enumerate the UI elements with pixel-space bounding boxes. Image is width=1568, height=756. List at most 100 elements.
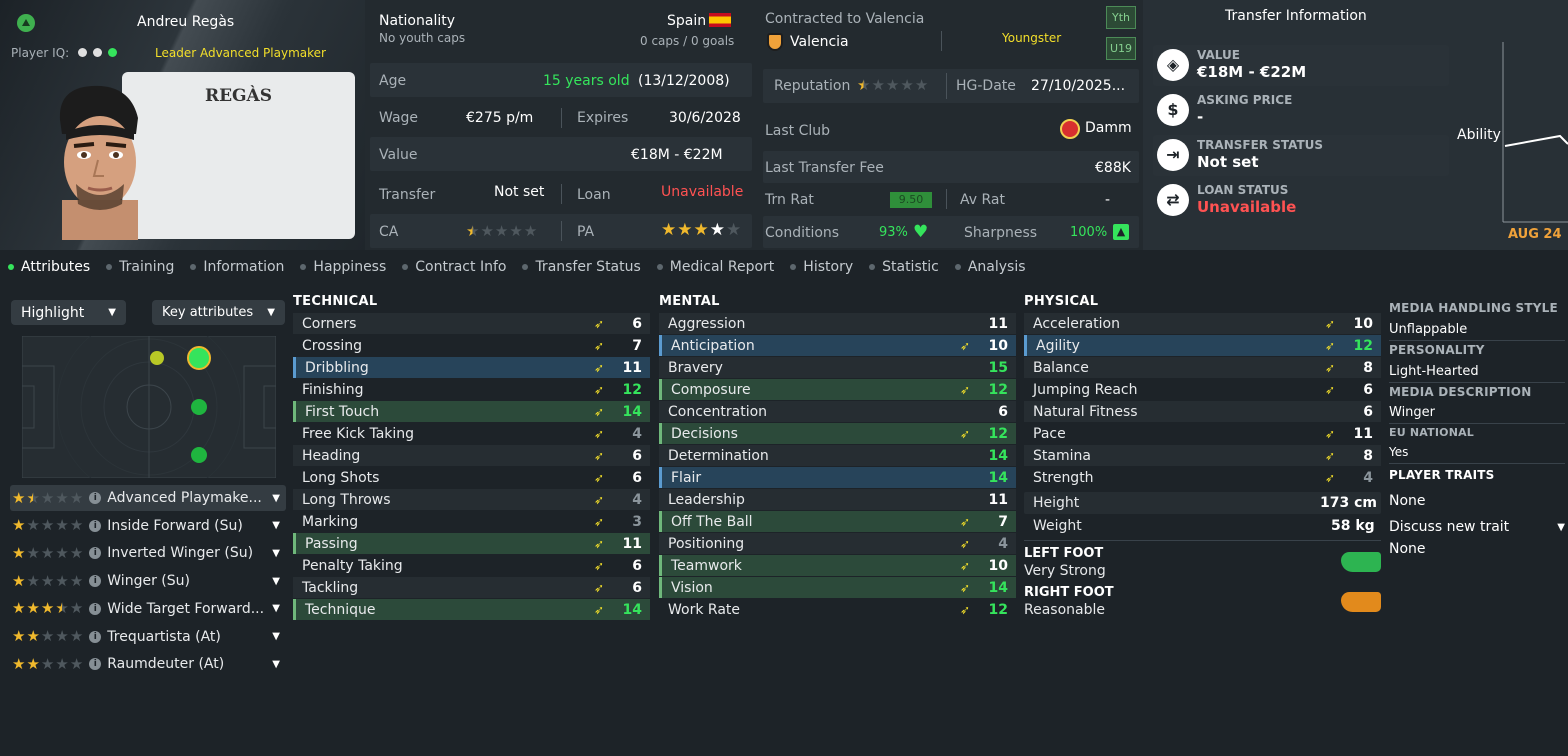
key-attributes-dropdown[interactable]: Key attributes ▼ <box>152 300 285 325</box>
tab-history[interactable]: History <box>790 259 853 275</box>
mental-attribute-row[interactable]: Determination 14 <box>659 445 1016 466</box>
technical-attribute-row[interactable]: Tackling ➶ 6 <box>293 577 650 598</box>
media-description-value: Winger <box>1389 405 1436 420</box>
ti-loan-row[interactable]: ⇄ LOAN STATUS Unavailable <box>1153 180 1449 221</box>
highlight-dropdown[interactable]: Highlight ▼ <box>11 300 126 325</box>
attribute-value: 3 <box>632 513 642 530</box>
tab-transfer-status[interactable]: Transfer Status <box>522 259 641 275</box>
mental-attribute-row[interactable]: Concentration 6 <box>659 401 1016 422</box>
tab-medical-report[interactable]: Medical Report <box>656 259 774 275</box>
info-icon[interactable]: i <box>89 630 102 643</box>
chevron-down-icon[interactable]: ▼ <box>272 576 280 587</box>
technical-attribute-row[interactable]: Heading ➶ 6 <box>293 445 650 466</box>
technical-attribute-row[interactable]: First Touch ➶ 14 <box>293 401 650 422</box>
mental-attribute-row[interactable]: Anticipation ➶ 10 <box>659 335 1016 356</box>
tab-contract-info[interactable]: Contract Info <box>402 259 506 275</box>
loan-value[interactable]: Unavailable <box>661 184 743 200</box>
height-label: Height <box>1033 495 1080 511</box>
tab-analysis[interactable]: Analysis <box>954 259 1026 275</box>
mental-attribute-row[interactable]: Vision ➶ 14 <box>659 577 1016 598</box>
attribute-name: Free Kick Taking <box>302 425 415 442</box>
physical-attribute-row[interactable]: Stamina ➶ 8 <box>1024 445 1381 466</box>
info-icon[interactable]: i <box>89 602 102 615</box>
chevron-down-icon[interactable]: ▼ <box>272 631 280 642</box>
attribute-value: 11 <box>988 315 1008 332</box>
physical-attribute-row[interactable]: Balance ➶ 8 <box>1024 357 1381 378</box>
chevron-down-icon[interactable]: ▼ <box>272 520 280 531</box>
technical-attribute-row[interactable]: Long Throws ➶ 4 <box>293 489 650 510</box>
ti-status-row[interactable]: ⇥ TRANSFER STATUS Not set <box>1153 135 1449 176</box>
chevron-down-icon[interactable]: ▼ <box>272 603 280 614</box>
contract-club[interactable]: Valencia <box>790 34 849 50</box>
last-club-value[interactable]: Damm <box>1085 120 1132 136</box>
info-icon[interactable]: i <box>89 492 102 504</box>
technical-attribute-row[interactable]: Dribbling ➶ 11 <box>293 357 650 378</box>
role-row[interactable]: ★ ★ ★ ★ ★ i Trequartista (At) ▼ <box>10 624 286 650</box>
discuss-trait-button[interactable]: Discuss new trait ▼ <box>1389 516 1565 538</box>
tab-statistic[interactable]: Statistic <box>869 259 939 275</box>
physical-title: PHYSICAL <box>1024 294 1099 309</box>
physical-attribute-row[interactable]: Acceleration ➶ 10 <box>1024 313 1381 334</box>
transfer-value[interactable]: Not set <box>494 184 544 200</box>
role-row[interactable]: ★ ★ ★ ★ ★ i Winger (Su) ▼ <box>10 568 286 594</box>
mental-attribute-row[interactable]: Flair 14 <box>659 467 1016 488</box>
ti-status-label: TRANSFER STATUS <box>1197 138 1324 152</box>
info-icon[interactable]: i <box>89 575 102 588</box>
tab-label: Training <box>119 259 175 275</box>
role-row[interactable]: ★ ★ ★ ★ ★ i Wide Target Forward... ▼ <box>10 596 286 622</box>
star-icon: ★ <box>55 571 69 590</box>
technical-attribute-row[interactable]: Crossing ➶ 7 <box>293 335 650 356</box>
attribute-name: Decisions <box>671 425 738 442</box>
age-value: 15 years old <box>543 73 630 89</box>
technical-attribute-row[interactable]: Technique ➶ 14 <box>293 599 650 620</box>
mental-attribute-row[interactable]: Composure ➶ 12 <box>659 379 1016 400</box>
star-icon: ★ <box>69 516 84 535</box>
mental-attribute-row[interactable]: Bravery 15 <box>659 357 1016 378</box>
technical-attribute-row[interactable]: Penalty Taking ➶ 6 <box>293 555 650 576</box>
trend-arrow-icon: ➶ <box>1324 382 1336 397</box>
mental-attribute-row[interactable]: Aggression 11 <box>659 313 1016 334</box>
info-icon[interactable]: i <box>89 658 102 671</box>
tab-attributes[interactable]: Attributes <box>8 259 90 275</box>
position-icon[interactable] <box>17 14 35 32</box>
role-row[interactable]: ★ ★ ★ ★ ★ i Inverted Winger (Su) ▼ <box>10 540 286 566</box>
star-icon: ★ <box>55 599 69 618</box>
ti-status: Not set <box>1197 153 1259 171</box>
technical-attribute-row[interactable]: Corners ➶ 6 <box>293 313 650 334</box>
technical-title: TECHNICAL <box>293 294 378 309</box>
mental-attribute-row[interactable]: Positioning ➶ 4 <box>659 533 1016 554</box>
mental-attribute-row[interactable]: Decisions ➶ 12 <box>659 423 1016 444</box>
technical-attribute-row[interactable]: Marking ➶ 3 <box>293 511 650 532</box>
role-row[interactable]: ★ ★ ★ ★ ★ i Inside Forward (Su) ▼ <box>10 513 286 539</box>
mental-attribute-row[interactable]: Leadership 11 <box>659 489 1016 510</box>
mental-attribute-row[interactable]: Work Rate ➶ 12 <box>659 599 1016 620</box>
tab-information[interactable]: Information <box>190 259 284 275</box>
physical-attribute-row[interactable]: Strength ➶ 4 <box>1024 467 1381 488</box>
tab-training[interactable]: Training <box>106 259 174 275</box>
technical-attribute-row[interactable]: Long Shots ➶ 6 <box>293 467 650 488</box>
attribute-value: 6 <box>632 469 642 486</box>
info-icon[interactable]: i <box>89 519 102 532</box>
technical-attribute-row[interactable]: Finishing ➶ 12 <box>293 379 650 400</box>
attribute-name: Long Shots <box>302 469 380 486</box>
technical-attribute-row[interactable]: Free Kick Taking ➶ 4 <box>293 423 650 444</box>
mental-attribute-row[interactable]: Teamwork ➶ 10 <box>659 555 1016 576</box>
nationality-value[interactable]: Spain <box>667 13 706 29</box>
mental-attribute-row[interactable]: Off The Ball ➶ 7 <box>659 511 1016 532</box>
chevron-down-icon[interactable]: ▼ <box>272 659 280 670</box>
chevron-down-icon[interactable]: ▼ <box>272 493 280 504</box>
star-icon: ★ <box>55 488 69 507</box>
tab-happiness[interactable]: Happiness <box>300 259 386 275</box>
physical-attribute-row[interactable]: Pace ➶ 11 <box>1024 423 1381 444</box>
role-row[interactable]: ★ ★ ★ ★ ★ i Raumdeuter (At) ▼ <box>10 651 286 677</box>
chevron-down-icon[interactable]: ▼ <box>272 548 280 559</box>
valencia-badge-icon <box>767 33 783 51</box>
attribute-name: Concentration <box>668 403 768 420</box>
physical-attribute-row[interactable]: Natural Fitness 6 <box>1024 401 1381 422</box>
chevron-down-icon: ▼ <box>267 307 275 318</box>
technical-attribute-row[interactable]: Passing ➶ 11 <box>293 533 650 554</box>
physical-attribute-row[interactable]: Agility ➶ 12 <box>1024 335 1381 356</box>
physical-attribute-row[interactable]: Jumping Reach ➶ 6 <box>1024 379 1381 400</box>
role-row[interactable]: ★ ★ ★ ★ ★ i Advanced Playmake... ▼ <box>10 485 286 511</box>
info-icon[interactable]: i <box>89 547 102 560</box>
